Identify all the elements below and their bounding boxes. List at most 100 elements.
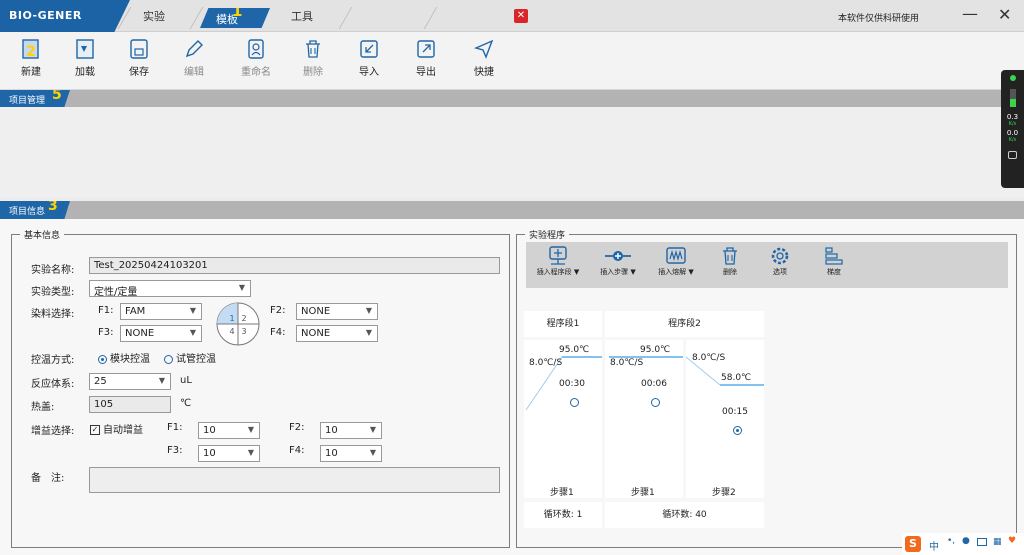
chevron-down-icon: ▼ xyxy=(247,448,254,457)
insert-melt-icon xyxy=(666,247,686,264)
save-button[interactable]: 保存 xyxy=(116,37,162,78)
step-time[interactable]: 00:30 xyxy=(559,379,585,389)
program-delete-button[interactable]: 删除 xyxy=(710,245,750,277)
dye-f1-label: F1: xyxy=(98,305,114,316)
options-button[interactable]: 选项 xyxy=(760,245,800,277)
segment-1-cycles[interactable]: 循环数: 1 xyxy=(524,502,602,528)
basic-info-title: 基本信息 xyxy=(20,228,65,241)
remark-input[interactable] xyxy=(89,467,500,493)
auto-gain-checkbox[interactable]: ✓ 自动增益 xyxy=(90,421,143,436)
chevron-down-icon: ▼ xyxy=(189,328,196,337)
insert-segment-icon xyxy=(549,246,567,265)
step-temperature[interactable]: 95.0℃ xyxy=(640,345,670,355)
app-logo: BIO-GENER xyxy=(9,9,82,22)
segment-1-header[interactable]: 程序段1 xyxy=(524,311,602,337)
dye-f1-select[interactable]: FAM ▼ xyxy=(120,303,202,320)
gain-f1-value: 10 xyxy=(203,425,216,436)
dye-f2-value: NONE xyxy=(301,306,331,317)
system-monitor-panel[interactable]: 0.3 K/s 0.0 K/s xyxy=(1001,70,1024,188)
export-button[interactable]: 导出 xyxy=(403,37,449,78)
load-label: 加载 xyxy=(75,67,95,78)
step-temperature[interactable]: 58.0℃ xyxy=(721,373,751,383)
step-temperature[interactable]: 95.0℃ xyxy=(559,345,589,355)
gain-f3-select[interactable]: 10 ▼ xyxy=(198,445,260,462)
ime-toolbar[interactable]: S 中 •, ● ▦ ♥ xyxy=(902,533,1024,555)
volume-unit: uL xyxy=(180,375,192,386)
segment-2-cycles[interactable]: 循环数: 40 xyxy=(605,502,764,528)
skin-icon[interactable]: ♥ xyxy=(1008,536,1016,546)
insert-step-icon xyxy=(605,251,631,261)
exp-name-input[interactable]: Test_20250424103201 xyxy=(89,257,500,274)
shortcut-label: 快捷 xyxy=(474,67,494,78)
step-radio-icon[interactable] xyxy=(570,398,579,407)
app-center-icon[interactable]: ✕ xyxy=(514,9,528,23)
well-quadrant-icon[interactable]: 1 2 4 3 xyxy=(215,301,261,347)
rename-button[interactable]: 重命名 xyxy=(233,37,279,78)
microphone-icon[interactable]: ● xyxy=(962,536,970,546)
tab-experiment[interactable]: 实验 xyxy=(143,8,165,24)
shortcut-button[interactable]: 快捷 xyxy=(461,37,507,78)
volume-select[interactable]: 25 ▼ xyxy=(89,373,171,390)
title-bar: BIO-GENER 实验 模板 1 工具 ✕ 本软件仅供科研使用 — ✕ xyxy=(0,0,1024,32)
insert-step-label: 插入步骤 ▼ xyxy=(600,268,636,276)
project-manage-tab[interactable]: 项目管理 5 xyxy=(0,90,70,107)
rename-icon xyxy=(248,39,264,59)
lid-input[interactable]: 105 xyxy=(89,396,171,413)
grid-menu-icon[interactable]: ▦ xyxy=(993,537,1002,547)
gain-f2-select[interactable]: 10 ▼ xyxy=(320,422,382,439)
project-manage-bar: 项目管理 5 xyxy=(0,90,1024,107)
step-time[interactable]: 00:15 xyxy=(722,407,748,417)
tab-separator xyxy=(338,7,353,29)
edit-button[interactable]: 编辑 xyxy=(171,37,217,78)
import-button[interactable]: 导入 xyxy=(346,37,392,78)
insert-segment-button[interactable]: 插入程序段 ▼ xyxy=(532,245,584,277)
segment-2-header[interactable]: 程序段2 xyxy=(605,311,764,337)
dye-f2-select[interactable]: NONE ▼ xyxy=(296,303,378,320)
ime-language[interactable]: 中 xyxy=(929,538,939,553)
step-time[interactable]: 00:06 xyxy=(641,379,667,389)
new-button[interactable]: 2 新建 xyxy=(8,37,54,78)
edit-label: 编辑 xyxy=(184,67,204,78)
minimize-button[interactable]: — xyxy=(962,4,978,23)
temp-opt-tube[interactable]: 试管控温 xyxy=(164,350,216,365)
punctuation-icon[interactable]: •, xyxy=(947,536,955,546)
exp-type-select[interactable]: 定性/定量 ▼ xyxy=(89,280,251,298)
close-button[interactable]: ✕ xyxy=(998,5,1011,24)
main-toolbar: 2 新建 加载 保存 编辑 重命名 删除 导入 导出 快捷 xyxy=(0,32,1024,90)
radio-selected-icon xyxy=(98,354,107,364)
lid-label: 热盖: xyxy=(31,402,55,413)
new-file-icon: 2 xyxy=(22,39,39,60)
step-radio-selected-icon[interactable] xyxy=(733,426,742,435)
save-icon xyxy=(130,39,148,59)
dye-f3-select[interactable]: NONE ▼ xyxy=(120,325,202,342)
lid-unit: ℃ xyxy=(180,398,192,409)
step-rate[interactable]: 8.0℃/S xyxy=(610,358,643,368)
project-manage-area xyxy=(0,107,1024,197)
step-card[interactable]: 8.0℃/S 58.0℃ 00:15 步骤2 xyxy=(686,340,764,498)
step-card[interactable]: 95.0℃ 8.0℃/S 00:30 步骤1 xyxy=(524,340,602,498)
dye-f4-select[interactable]: NONE ▼ xyxy=(296,325,378,342)
step-name: 步骤1 xyxy=(550,488,574,498)
insert-step-button[interactable]: 插入步骤 ▼ xyxy=(594,245,642,277)
status-dot-icon xyxy=(1009,75,1016,81)
gradient-button[interactable]: 梯度 xyxy=(814,245,854,277)
chevron-down-icon: ▼ xyxy=(365,328,372,337)
gain-f4-select[interactable]: 10 ▼ xyxy=(320,445,382,462)
export-icon xyxy=(417,40,435,58)
delete-button[interactable]: 删除 xyxy=(290,37,336,78)
dye-f4-value: NONE xyxy=(301,328,331,339)
volume-value: 25 xyxy=(94,376,107,387)
step-card[interactable]: 95.0℃ 8.0℃/S 00:06 步骤1 xyxy=(605,340,683,498)
step-rate[interactable]: 8.0℃/S xyxy=(529,358,562,368)
step-radio-icon[interactable] xyxy=(651,398,660,407)
insert-melt-button[interactable]: 插入熔解 ▼ xyxy=(652,245,700,277)
load-button[interactable]: 加载 xyxy=(62,37,108,78)
tab-tools[interactable]: 工具 xyxy=(291,8,313,24)
insert-melt-label: 插入熔解 ▼ xyxy=(658,268,694,276)
tab-template[interactable]: 模板 1 xyxy=(200,8,270,28)
keyboard-icon[interactable] xyxy=(977,538,987,546)
temp-opt-module[interactable]: 模块控温 xyxy=(98,350,150,365)
gain-f1-select[interactable]: 10 ▼ xyxy=(198,422,260,439)
project-info-tab[interactable]: 项目信息 3 xyxy=(0,201,70,219)
step-rate[interactable]: 8.0℃/S xyxy=(692,353,725,363)
